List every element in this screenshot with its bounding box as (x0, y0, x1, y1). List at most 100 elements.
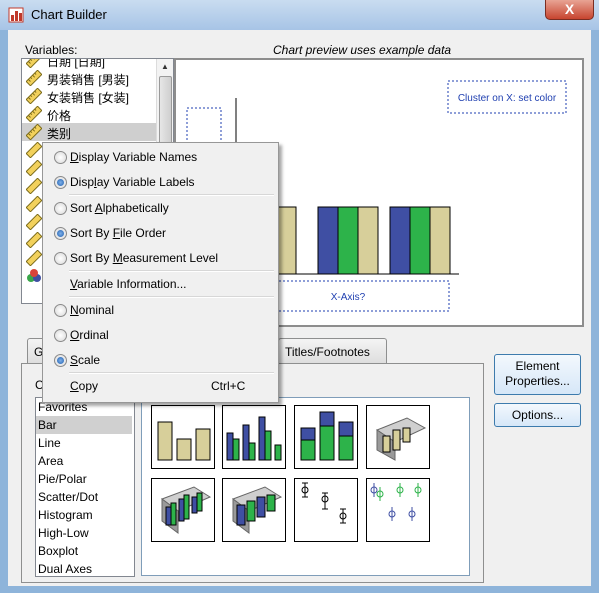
scale-ruler-icon (26, 178, 42, 194)
menu-separator (69, 194, 274, 196)
simple-bar-icon (157, 421, 211, 461)
stacked-bar-thumbnail[interactable] (294, 405, 358, 469)
menu-item-sort-file-order[interactable]: Sort By File Order (45, 222, 276, 244)
error-bar-icon (301, 482, 347, 524)
element-properties-line2: Properties... (505, 374, 570, 388)
scroll-thumb[interactable] (159, 76, 172, 148)
chart-type-label: Pie/Polar (38, 472, 87, 486)
radio-icon (54, 252, 67, 265)
copy-shortcut: Ctrl+C (211, 379, 246, 393)
variable-label: 男装销售 [男装] (47, 73, 130, 87)
error-bar-thumbnail[interactable] (294, 478, 358, 542)
menu-item-variable-info[interactable]: Variable Information... (45, 273, 276, 295)
chart-type-item[interactable]: Dual Axes (36, 560, 132, 578)
element-properties-line1: Element (515, 359, 560, 373)
options-button[interactable]: Options... (494, 403, 581, 427)
bar (429, 206, 451, 275)
chart-type-label: Line (38, 436, 61, 450)
chart-type-label: Area (38, 454, 64, 468)
chart-type-label: Boxplot (38, 544, 79, 558)
chart-type-label: Bar (38, 418, 57, 432)
menu-separator (69, 270, 274, 272)
scale-ruler-icon (26, 59, 42, 68)
scale-ruler-icon (26, 232, 42, 248)
menu-item-sort-measurement[interactable]: Sort By Measurement Level (45, 247, 276, 269)
element-properties-button[interactable]: Element Properties... (494, 354, 581, 395)
scale-ruler-icon (26, 88, 42, 104)
menu-separator (69, 296, 274, 298)
radio-icon (54, 304, 67, 317)
scale-ruler-icon (26, 124, 42, 140)
tab-titles-label: Titles/Footnotes (285, 345, 370, 359)
variable-item[interactable]: 价格 (22, 105, 156, 123)
variable-item[interactable]: 女装销售 [女装] (22, 87, 156, 105)
scale-ruler-icon (26, 70, 42, 86)
tab-titles-footnotes[interactable]: Titles/Footnotes (278, 338, 387, 365)
close-button[interactable]: X (545, 0, 594, 20)
chart-type-item[interactable]: Pie/Polar (36, 470, 132, 488)
menu-item-display-labels[interactable]: Display Variable Labels (45, 171, 276, 193)
chart-thumbnails (141, 397, 470, 576)
chart-type-item[interactable]: Boxplot (36, 542, 132, 560)
chart-type-label: High-Low (38, 526, 89, 540)
3d-bar-icon (375, 417, 427, 461)
scroll-up-icon[interactable]: ▲ (157, 59, 173, 75)
chart-type-list[interactable]: Favorites Bar Line Area Pie/Polar Scatte… (35, 397, 135, 577)
3d-bar-thumbnail[interactable] (366, 405, 430, 469)
preview-note: Chart preview uses example data (273, 43, 452, 57)
chart-type-item[interactable]: Area (36, 452, 132, 470)
menu-item-scale[interactable]: Scale (45, 349, 276, 371)
bar (357, 206, 379, 275)
variable-label: 女装销售 [女装] (47, 91, 130, 105)
scale-ruler-icon (26, 250, 42, 266)
options-button-label: Options... (511, 408, 564, 422)
radio-icon (54, 329, 67, 342)
variable-item[interactable]: 日期 [日期] (22, 59, 156, 69)
clustered-bar-thumbnail[interactable] (222, 405, 286, 469)
menu-item-sort-alpha[interactable]: Sort Alphabetically (45, 197, 276, 219)
radio-icon (54, 151, 67, 164)
chart-type-item[interactable]: Scatter/Dot (36, 488, 132, 506)
menu-item-copy[interactable]: Copy Ctrl+C (45, 375, 276, 397)
chart-type-item[interactable]: Histogram (36, 506, 132, 524)
3d-stacked-bar-thumbnail[interactable] (222, 478, 286, 542)
scale-ruler-icon (26, 142, 42, 158)
radio-selected-icon (54, 354, 67, 367)
3d-stacked-bar-icon (231, 486, 283, 534)
scale-ruler-icon (26, 160, 42, 176)
variable-label: 价格 (47, 109, 72, 123)
clustered-error-bar-icon (370, 483, 422, 521)
3d-clustered-bar-icon (160, 486, 212, 534)
title-bar: Chart Builder X (0, 0, 599, 30)
close-icon: X (564, 1, 575, 17)
simple-bar-thumbnail[interactable] (151, 405, 215, 469)
menu-item-ordinal[interactable]: Ordinal (45, 324, 276, 346)
scale-ruler-icon (26, 106, 42, 122)
chart-type-item-selected[interactable]: Bar (36, 416, 132, 434)
cluster-drop-label: Cluster on X: set color (458, 93, 557, 104)
chart-type-item[interactable]: Line (36, 434, 132, 452)
menu-item-display-names[interactable]: Display Variable Names (45, 146, 276, 168)
bar (409, 206, 431, 275)
chart-builder-app-icon (8, 7, 24, 23)
bar (317, 206, 339, 275)
bar (275, 206, 297, 275)
variables-label: Variables: (25, 43, 78, 57)
bar (337, 206, 359, 275)
radio-selected-icon (54, 176, 67, 189)
chart-type-item[interactable]: High-Low (36, 524, 132, 542)
3d-clustered-bar-thumbnail[interactable] (151, 478, 215, 542)
chart-type-label: Histogram (38, 508, 93, 522)
radio-icon (54, 202, 67, 215)
x-axis-drop-label: X-Axis? (331, 292, 366, 303)
variable-context-menu: Display Variable Names Display Variable … (42, 142, 279, 403)
scale-ruler-icon (26, 196, 42, 212)
stacked-bar-icon (300, 411, 354, 461)
scale-ruler-icon (26, 214, 42, 230)
variable-label: 类别 (47, 127, 72, 141)
variable-item[interactable]: 男装销售 [男装] (22, 69, 156, 87)
variable-item-selected[interactable]: 类别 (22, 123, 156, 141)
menu-item-nominal[interactable]: Nominal (45, 299, 276, 321)
clustered-error-bar-thumbnail[interactable] (366, 478, 430, 542)
chart-type-label: Dual Axes (38, 562, 93, 576)
